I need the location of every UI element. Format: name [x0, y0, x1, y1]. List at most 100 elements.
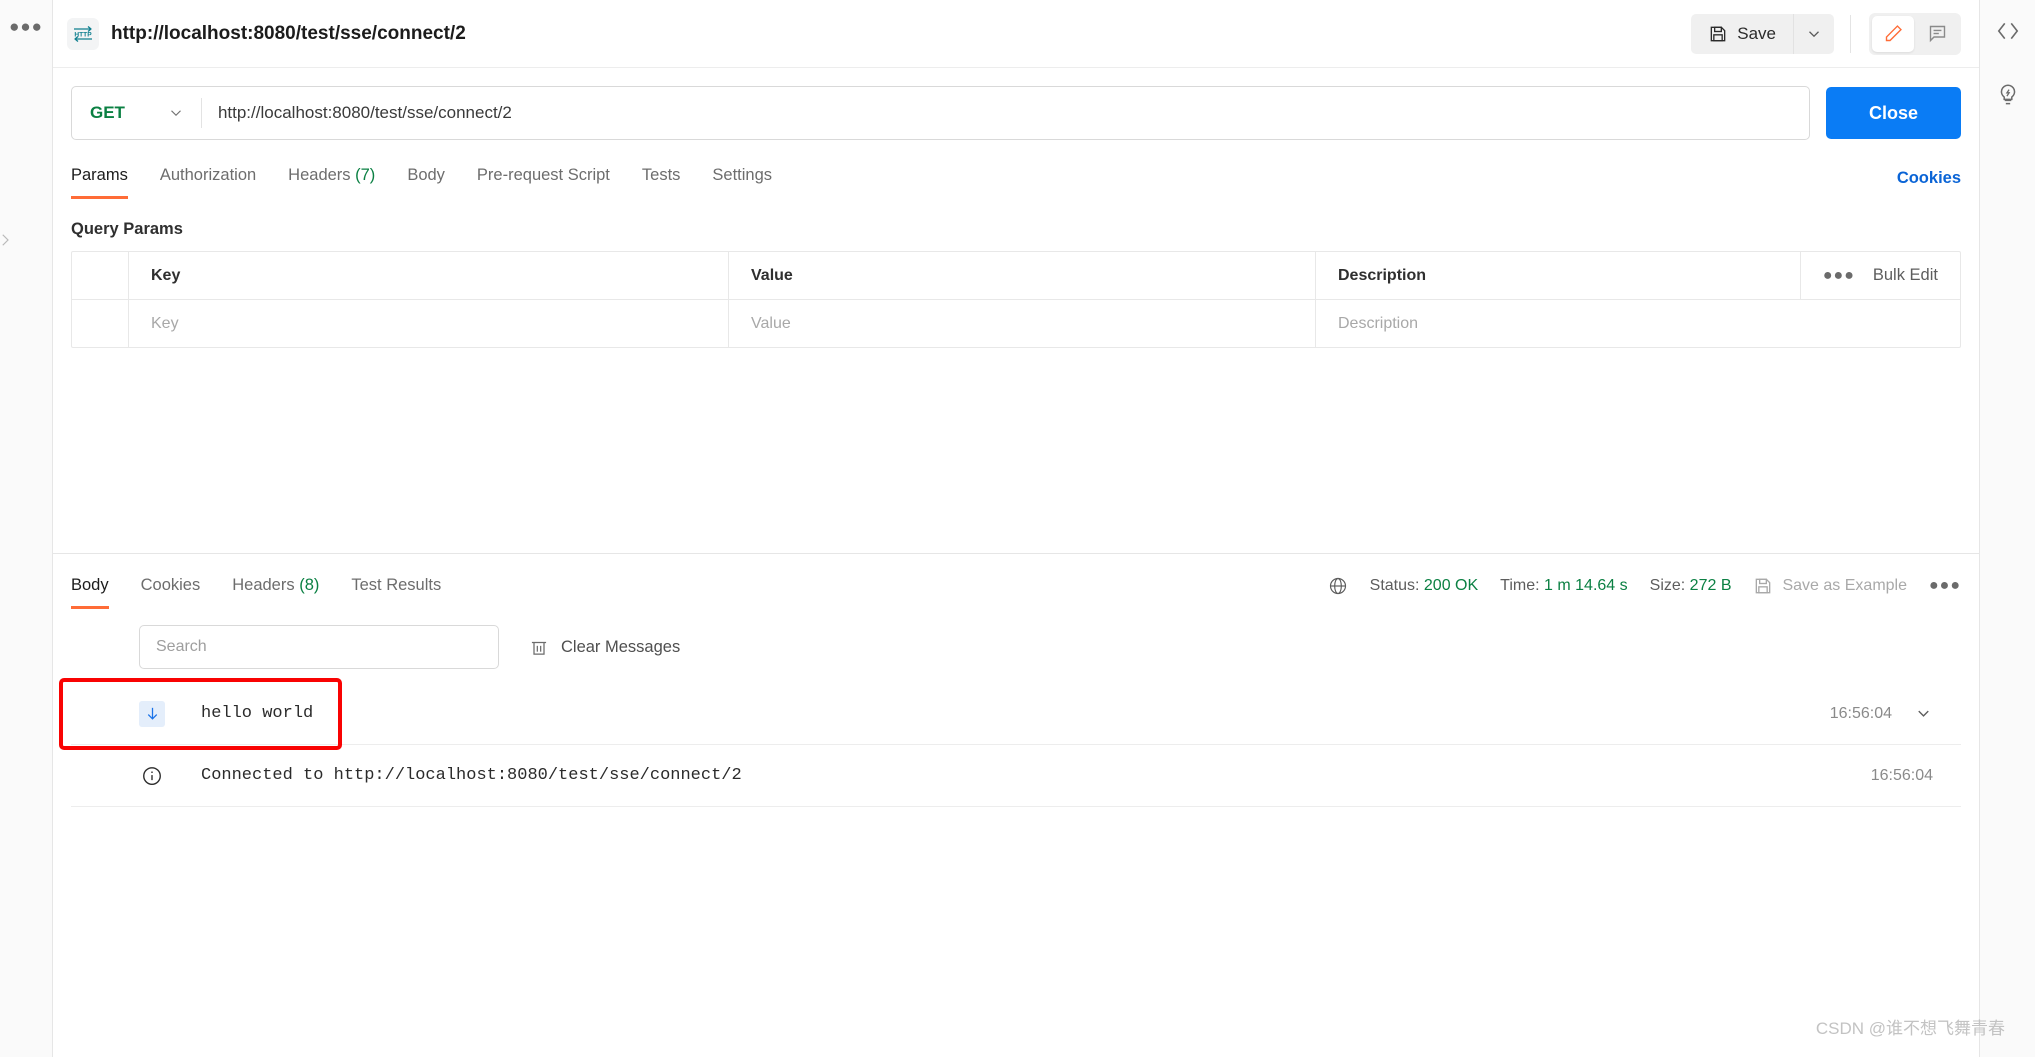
lightbulb-icon[interactable] [1991, 78, 2025, 112]
size-label: Size: [1649, 577, 1686, 594]
header-checkbox-cell [72, 252, 129, 299]
comment-button[interactable] [1916, 16, 1958, 52]
chevron-down-icon [1805, 25, 1823, 43]
table-header-row: Key Value Description ●●● Bulk Edit [72, 252, 1960, 299]
request-tab-bar: Params Authorization Headers (7) Body Pr… [53, 158, 1979, 199]
message-row-info[interactable]: Connected to http://localhost:8080/test/… [71, 745, 1961, 807]
clear-messages-button[interactable]: Clear Messages [529, 637, 680, 658]
watermark: CSDN @谁不想飞舞青春 [1815, 1019, 2005, 1038]
column-header-key: Key [129, 252, 729, 299]
http-method-value: GET [90, 103, 125, 122]
tab-tests[interactable]: Tests [642, 158, 681, 199]
save-button[interactable]: Save [1691, 13, 1793, 54]
tab-pre-request-script[interactable]: Pre-request Script [477, 158, 610, 199]
save-button-label: Save [1737, 23, 1776, 43]
row-description-input[interactable]: Description [1316, 300, 1960, 347]
code-icon[interactable] [1991, 14, 2025, 48]
clear-messages-label: Clear Messages [561, 637, 681, 656]
response-tab-test-results-label: Test Results [351, 576, 442, 594]
row-value-input[interactable]: Value [729, 300, 1316, 347]
url-input[interactable] [201, 87, 1809, 139]
page-title: http://localhost:8080/test/sse/connect/2 [111, 22, 466, 44]
time-label: Time: [1500, 577, 1540, 594]
messages-list: hello world 16:56:04 Connected to http:/… [53, 683, 1979, 807]
response-tab-body[interactable]: Body [71, 568, 109, 609]
pencil-icon [1883, 23, 1904, 44]
url-input-group: GET [71, 86, 1810, 140]
bulk-edit-button[interactable]: Bulk Edit [1873, 266, 1938, 285]
message-timestamp: 16:56:04 [1870, 766, 1933, 784]
tab-tests-label: Tests [641, 166, 681, 184]
globe-icon[interactable] [1328, 576, 1348, 596]
request-response-area: HTTP http://localhost:8080/test/sse/conn… [53, 0, 1979, 1057]
save-button-group: Save [1691, 13, 1834, 54]
query-params-title: Query Params [71, 220, 183, 238]
message-meta: 16:56:04 [1871, 767, 1951, 785]
message-timestamp: 16:56:04 [1829, 704, 1892, 722]
table-tools: ●●● Bulk Edit [1799, 252, 1960, 299]
header-divider [1850, 14, 1851, 53]
tab-authorization[interactable]: Authorization [160, 158, 256, 199]
cookies-link[interactable]: Cookies [1897, 169, 1961, 199]
tab-settings-label: Settings [712, 166, 773, 184]
response-tab-cookies-label: Cookies [140, 576, 201, 594]
floppy-disk-icon [1708, 24, 1728, 44]
url-bar: GET Close [53, 68, 1979, 140]
messages-toolbar: Clear Messages [53, 609, 1979, 683]
more-horizontal-icon[interactable]: ●●● [1823, 267, 1855, 285]
http-protocol-icon: HTTP [67, 17, 99, 50]
tab-settings[interactable]: Settings [712, 158, 772, 199]
status-label: Status: [1369, 577, 1420, 594]
request-header: HTTP http://localhost:8080/test/sse/conn… [53, 0, 1979, 68]
response-tab-body-label: Body [71, 576, 109, 594]
more-horizontal-icon[interactable]: ●●● [0, 18, 52, 35]
table-row[interactable]: Key Value Description [72, 299, 1960, 347]
search-input[interactable] [139, 625, 499, 669]
query-params-table: Key Value Description ●●● Bulk Edit Key … [71, 251, 1961, 348]
save-as-example-label: Save as Example [1782, 577, 1907, 594]
message-text: Connected to http://localhost:8080/test/… [201, 766, 742, 785]
comment-icon [1927, 23, 1948, 44]
response-tab-test-results[interactable]: Test Results [351, 568, 441, 609]
status-group: Status: 200 OK [1370, 577, 1479, 595]
view-mode-toggle [1869, 12, 1961, 55]
arrow-down-icon [139, 700, 165, 727]
size-group: Size: 272 B [1650, 577, 1732, 595]
time-group: Time: 1 m 14.64 s [1500, 577, 1627, 595]
messages-empty-space [53, 807, 1979, 1057]
close-button[interactable]: Close [1825, 87, 1961, 139]
save-as-example-button[interactable]: Save as Example [1753, 576, 1907, 596]
response-meta: Status: 200 OK Time: 1 m 14.64 s Size: 2… [1328, 576, 1961, 609]
status-badge: 200 OK [1423, 577, 1479, 594]
postman-window: ●●● HTTP http://localhost:8080/test/sse/… [0, 0, 2035, 1057]
request-body-spacer [53, 348, 1979, 553]
tab-params[interactable]: Params [71, 158, 128, 199]
response-more-button[interactable]: ●●● [1929, 577, 1961, 595]
tab-headers[interactable]: Headers (7) [288, 158, 375, 199]
edit-mode-button[interactable] [1872, 15, 1914, 52]
tab-pre-request-script-label: Pre-request Script [476, 166, 610, 184]
tab-headers-count: (7) [355, 166, 376, 184]
chevron-right-icon[interactable] [0, 231, 14, 249]
svg-text:HTTP: HTTP [74, 31, 92, 38]
message-meta: 16:56:04 [1830, 704, 1951, 723]
message-row-incoming[interactable]: hello world 16:56:04 [71, 683, 1961, 745]
tab-body[interactable]: Body [407, 158, 445, 199]
size-value: 272 B [1689, 577, 1732, 594]
row-checkbox-cell[interactable] [72, 300, 129, 347]
http-method-select[interactable]: GET [72, 87, 201, 139]
chevron-down-icon[interactable] [1914, 704, 1933, 723]
response-tab-cookies[interactable]: Cookies [141, 568, 201, 609]
row-key-input[interactable]: Key [129, 300, 729, 347]
response-tab-headers[interactable]: Headers (8) [232, 568, 319, 609]
tab-body-label: Body [407, 166, 445, 184]
left-rail: ●●● [0, 0, 53, 1057]
message-text: hello world [201, 704, 314, 723]
response-tab-headers-count: (8) [299, 576, 320, 594]
chevron-down-icon [167, 104, 185, 122]
save-options-button[interactable] [1793, 13, 1834, 54]
trash-icon [529, 637, 549, 658]
tab-headers-label: Headers [288, 166, 351, 184]
response-tab-headers-label: Headers [232, 576, 295, 594]
tab-authorization-label: Authorization [159, 166, 257, 184]
